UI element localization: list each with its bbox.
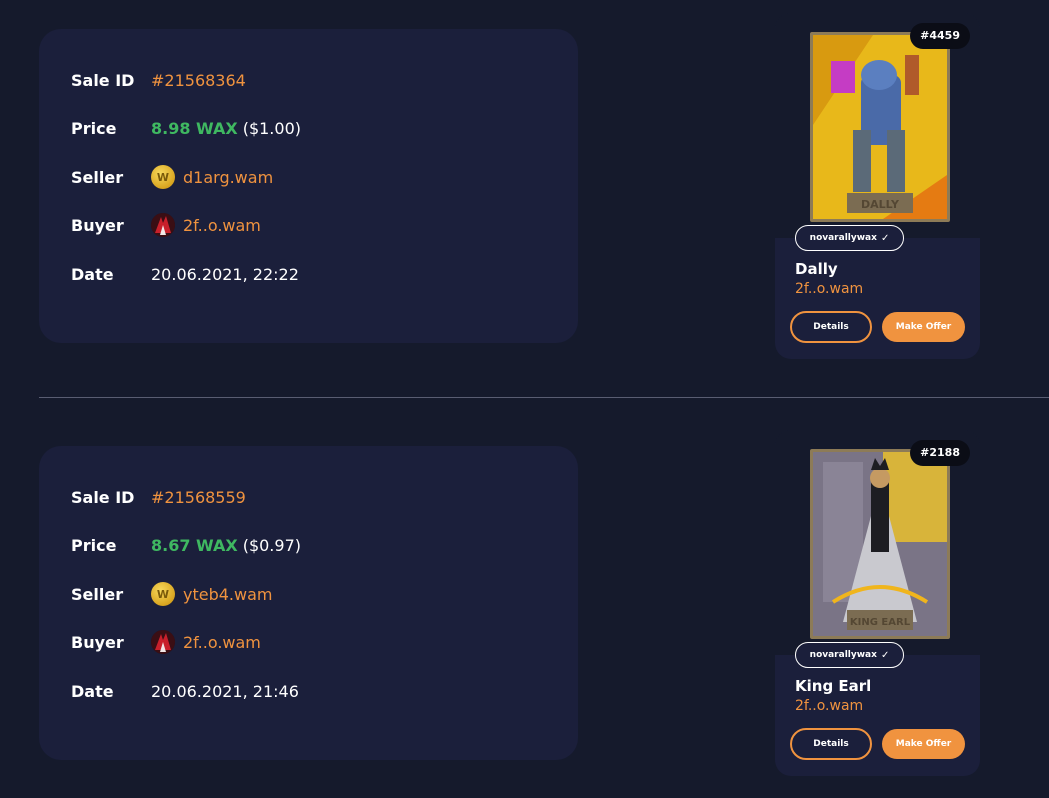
collection-name: novarallywax: [809, 233, 877, 243]
make-offer-button[interactable]: Make Offer: [882, 312, 965, 342]
nft-card[interactable]: DALLY #4459 novarallywax ✓ Dally 2f..o.w…: [775, 13, 980, 359]
nft-owner-link[interactable]: 2f..o.wam: [795, 698, 863, 714]
sale-info-card: Sale ID #21568559 Price 8.67 WAX ($0.97)…: [39, 446, 578, 760]
sale-id-link[interactable]: #21568559: [151, 488, 246, 507]
price-row: Price 8.67 WAX ($0.97): [71, 530, 301, 560]
nft-art-dally[interactable]: DALLY: [810, 32, 950, 222]
buyer-link[interactable]: 2f..o.wam: [183, 216, 261, 235]
wax-coin-icon: W: [151, 165, 175, 189]
wax-coin-icon: W: [151, 582, 175, 606]
date-label: Date: [71, 681, 114, 701]
seller-link[interactable]: yteb4.wam: [183, 585, 272, 604]
nft-name: Dally: [795, 260, 838, 278]
nft-image-area: KING EARL #2188: [775, 430, 980, 655]
price-row: Price 8.98 WAX ($1.00): [71, 113, 301, 143]
mint-number-badge: #2188: [910, 440, 970, 466]
buyer-row: Buyer 2f..o.wam: [71, 210, 261, 240]
collection-badge[interactable]: novarallywax ✓: [795, 225, 904, 251]
nft-image-area: DALLY #4459: [775, 13, 980, 238]
mint-number-badge: #4459: [910, 23, 970, 49]
collection-badge[interactable]: novarallywax ✓: [795, 642, 904, 668]
collection-name: novarallywax: [809, 650, 877, 660]
price-label: Price: [71, 118, 117, 138]
date-row: Date 20.06.2021, 21:46: [71, 676, 299, 706]
sale-id-row: Sale ID #21568559: [71, 482, 246, 512]
seller-link[interactable]: d1arg.wam: [183, 168, 273, 187]
nft-art-caption: KING EARL: [850, 617, 911, 628]
price-wax: 8.67 WAX: [151, 535, 238, 555]
buyer-avatar-icon: [151, 630, 175, 654]
price-wax: 8.98 WAX: [151, 118, 238, 138]
section-divider: [39, 397, 1049, 398]
nft-art-king-earl[interactable]: KING EARL: [810, 449, 950, 639]
buyer-link[interactable]: 2f..o.wam: [183, 633, 261, 652]
nft-name: King Earl: [795, 677, 872, 695]
check-icon: ✓: [880, 232, 890, 244]
sale-date: 20.06.2021, 21:46: [151, 681, 299, 701]
buyer-label: Buyer: [71, 215, 124, 235]
buyer-row: Buyer 2f..o.wam: [71, 627, 261, 657]
price-label: Price: [71, 535, 117, 555]
seller-row: Seller W d1arg.wam: [71, 162, 273, 192]
make-offer-button[interactable]: Make Offer: [882, 729, 965, 759]
sale-entry: Sale ID #21568559 Price 8.67 WAX ($0.97)…: [0, 417, 1049, 777]
nft-owner-link[interactable]: 2f..o.wam: [795, 281, 863, 297]
sale-date: 20.06.2021, 22:22: [151, 264, 299, 284]
price-usd: ($1.00): [242, 118, 301, 138]
nft-art-caption: DALLY: [861, 198, 900, 211]
sale-id-label: Sale ID: [71, 487, 135, 507]
buyer-avatar-icon: [151, 213, 175, 237]
buyer-label: Buyer: [71, 632, 124, 652]
date-label: Date: [71, 264, 114, 284]
seller-label: Seller: [71, 584, 124, 604]
nft-card[interactable]: KING EARL #2188 novarallywax ✓ King Earl…: [775, 430, 980, 776]
price-usd: ($0.97): [242, 535, 301, 555]
seller-row: Seller W yteb4.wam: [71, 579, 272, 609]
sale-entry: Sale ID #21568364 Price 8.98 WAX ($1.00)…: [0, 0, 1049, 360]
details-button[interactable]: Details: [790, 728, 872, 760]
details-button[interactable]: Details: [790, 311, 872, 343]
sale-id-label: Sale ID: [71, 70, 135, 90]
sale-id-row: Sale ID #21568364: [71, 65, 246, 95]
sale-info-card: Sale ID #21568364 Price 8.98 WAX ($1.00)…: [39, 29, 578, 343]
date-row: Date 20.06.2021, 22:22: [71, 259, 299, 289]
check-icon: ✓: [880, 649, 890, 661]
seller-label: Seller: [71, 167, 124, 187]
sale-id-link[interactable]: #21568364: [151, 71, 246, 90]
